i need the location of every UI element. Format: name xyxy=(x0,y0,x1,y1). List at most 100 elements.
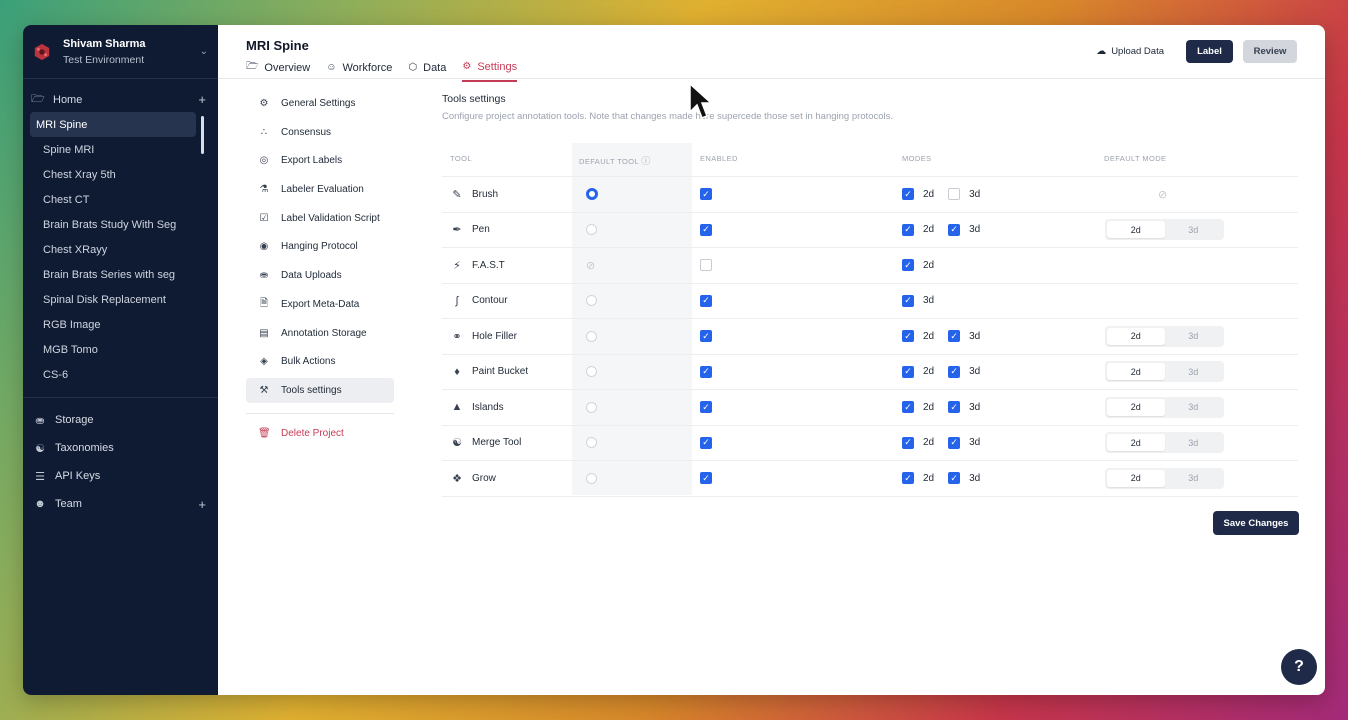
column-header-label: DEFAULT TOOL xyxy=(579,157,639,166)
sidebar-item-storage[interactable]: ⛂ Storage xyxy=(23,406,218,434)
settings-item-data-uploads[interactable]: ⛂ Data Uploads xyxy=(246,263,394,288)
upload-data-button[interactable]: ☁ Upload Data xyxy=(1096,46,1164,57)
sidebar-item-api-keys[interactable]: ☰ API Keys xyxy=(23,462,218,490)
default-mode-2d-option[interactable]: 2d xyxy=(1107,469,1165,487)
mode-3d-checkbox[interactable]: ✓ xyxy=(948,365,961,378)
sidebar-item-taxonomies[interactable]: ☯ Taxonomies xyxy=(23,434,218,462)
delete-project-button[interactable]: 🗑 Delete Project xyxy=(246,421,394,446)
default-tool-radio[interactable] xyxy=(586,188,598,201)
default-mode-3d-option[interactable]: 3d xyxy=(1165,470,1223,487)
mode-2d-checkbox[interactable]: ✓ xyxy=(902,188,914,201)
sidebar-project-item[interactable]: Chest CT xyxy=(30,187,196,212)
enabled-checkbox[interactable]: ✓ xyxy=(700,223,712,236)
default-tool-radio[interactable] xyxy=(586,330,597,342)
enabled-checkbox[interactable] xyxy=(700,259,712,272)
default-mode-2d-option[interactable]: 2d xyxy=(1107,398,1165,416)
settings-item-export-labels[interactable]: ◎ Export Labels xyxy=(246,148,394,173)
settings-item-export-metadata[interactable]: 🗎 Export Meta-Data xyxy=(246,292,394,317)
database-icon: ⛂ xyxy=(259,270,269,282)
sidebar-project-item[interactable]: Spinal Disk Replacement xyxy=(30,287,196,312)
info-icon[interactable]: ⓘ xyxy=(641,156,650,166)
default-mode-2d-option[interactable]: 2d xyxy=(1107,363,1165,381)
team-icon: ☻ xyxy=(34,498,46,510)
section-title: Tools settings xyxy=(442,93,506,105)
default-mode-3d-option[interactable]: 3d xyxy=(1165,363,1223,380)
mode-3d-checkbox[interactable]: ✓ xyxy=(948,330,961,343)
tab-label: Overview xyxy=(264,61,311,74)
sidebar-project-item[interactable]: MRI Spine xyxy=(30,112,196,137)
settings-item-consensus[interactable]: ∴ Consensus xyxy=(246,120,394,145)
sidebar-project-item[interactable]: Brain Brats Study With Seg xyxy=(30,212,196,237)
settings-item-label: Annotation Storage xyxy=(281,327,367,339)
enabled-checkbox[interactable]: ✓ xyxy=(700,294,712,307)
mode-2d-checkbox[interactable]: ✓ xyxy=(902,365,914,378)
enabled-checkbox[interactable]: ✓ xyxy=(700,330,712,343)
tab-workforce[interactable]: ☺ Workforce xyxy=(326,59,392,82)
tab-overview[interactable]: 🗁 Overview xyxy=(246,59,310,82)
mode-2d-checkbox[interactable]: ✓ xyxy=(902,259,914,272)
sidebar-project-item[interactable]: MGB Tomo xyxy=(30,337,196,362)
enabled-checkbox[interactable]: ✓ xyxy=(700,472,712,485)
add-project-icon[interactable]: + xyxy=(198,92,206,107)
mode-2d-checkbox[interactable]: ✓ xyxy=(902,472,914,485)
tab-data[interactable]: ⬡ Data xyxy=(408,59,446,82)
default-tool-radio[interactable] xyxy=(586,401,597,413)
mode-2d-checkbox[interactable]: ✓ xyxy=(902,401,914,414)
default-tool-radio[interactable] xyxy=(586,366,597,378)
page-title: MRI Spine xyxy=(246,38,309,53)
enabled-checkbox[interactable]: ✓ xyxy=(700,401,712,414)
sidebar-item-home[interactable]: 🗁 Home + xyxy=(23,87,218,112)
sidebar-project-item[interactable]: Spine MRI xyxy=(30,137,196,162)
settings-item-label: Label Validation Script xyxy=(281,212,380,224)
default-mode-3d-option[interactable]: 3d xyxy=(1165,221,1223,238)
sidebar-item-team[interactable]: ☻ Team + xyxy=(23,490,218,518)
settings-item-annotation-storage[interactable]: ▤ Annotation Storage xyxy=(246,321,394,346)
default-tool-radio[interactable] xyxy=(586,295,597,307)
enabled-checkbox[interactable]: ✓ xyxy=(700,436,712,449)
mode-3d-checkbox[interactable]: ✓ xyxy=(948,401,961,414)
folder-icon: 🗁 xyxy=(31,93,45,105)
sidebar-item-label: Taxonomies xyxy=(55,442,114,454)
label-button[interactable]: Label xyxy=(1186,40,1233,63)
settings-item-labeler-evaluation[interactable]: ⚗ Labeler Evaluation xyxy=(246,177,394,202)
review-button[interactable]: Review xyxy=(1243,40,1297,63)
sidebar-project-item[interactable]: Chest XRayy xyxy=(30,237,196,262)
save-changes-button[interactable]: Save Changes xyxy=(1213,511,1299,535)
enabled-checkbox[interactable]: ✓ xyxy=(700,188,712,201)
sidebar-project-item[interactable]: Brain Brats Series with seg xyxy=(30,262,196,287)
default-mode-3d-option[interactable]: 3d xyxy=(1165,328,1223,345)
settings-item-hanging-protocol[interactable]: ◉ Hanging Protocol xyxy=(246,234,394,259)
storage-icon: ▤ xyxy=(259,327,269,339)
settings-item-tools-settings[interactable]: ⚒ Tools settings xyxy=(246,377,394,403)
mode-2d-checkbox[interactable]: ✓ xyxy=(902,436,914,449)
help-button[interactable]: ? xyxy=(1281,649,1317,685)
sidebar-divider xyxy=(23,397,218,398)
default-mode-2d-option[interactable]: 2d xyxy=(1107,221,1165,239)
settings-item-general[interactable]: ⚙ General Settings xyxy=(246,91,394,116)
mode-3d-checkbox[interactable] xyxy=(948,188,961,201)
sidebar-project-item[interactable]: CS-6 xyxy=(30,362,196,387)
settings-item-validation-script[interactable]: ☑ Label Validation Script xyxy=(246,206,394,231)
settings-item-bulk-actions[interactable]: ◈ Bulk Actions xyxy=(246,349,394,374)
default-mode-3d-option[interactable]: 3d xyxy=(1165,434,1223,451)
org-switcher[interactable]: Shivam Sharma Test Environment ⌄ xyxy=(23,25,218,79)
default-tool-radio[interactable] xyxy=(586,472,597,484)
sidebar-project-item[interactable]: RGB Image xyxy=(30,312,196,337)
tab-settings[interactable]: ⚙ Settings xyxy=(462,59,518,82)
enabled-checkbox[interactable]: ✓ xyxy=(700,365,712,378)
default-mode-2d-option[interactable]: 2d xyxy=(1107,434,1165,452)
mode-3d-checkbox[interactable]: ✓ xyxy=(902,294,914,307)
default-mode-2d-option[interactable]: 2d xyxy=(1107,327,1165,345)
add-team-icon[interactable]: + xyxy=(198,497,206,512)
mode-3d-checkbox[interactable]: ✓ xyxy=(948,436,961,449)
mode-2d-checkbox[interactable]: ✓ xyxy=(902,223,914,236)
mode-2d-checkbox[interactable]: ✓ xyxy=(902,330,914,343)
mode-3d-checkbox[interactable]: ✓ xyxy=(948,472,961,485)
mode-3d-checkbox[interactable]: ✓ xyxy=(948,223,961,236)
app-window: Shivam Sharma Test Environment ⌄ 🗁 Home … xyxy=(23,25,1325,695)
default-tool-radio[interactable] xyxy=(586,224,597,236)
scrollbar[interactable] xyxy=(201,116,204,154)
sidebar-project-item[interactable]: Chest Xray 5th xyxy=(30,162,196,187)
default-tool-radio[interactable] xyxy=(586,437,597,449)
default-mode-3d-option[interactable]: 3d xyxy=(1165,399,1223,416)
